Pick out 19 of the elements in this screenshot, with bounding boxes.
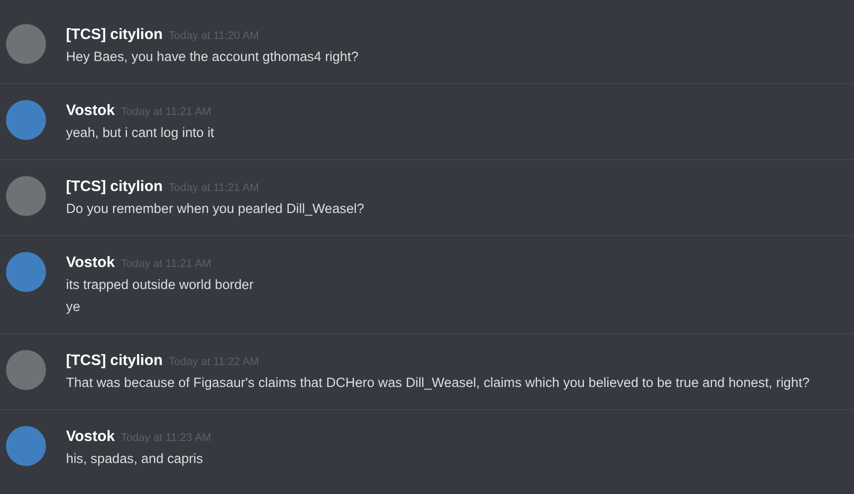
author-name[interactable]: Vostok	[66, 428, 115, 445]
author-name[interactable]: Vostok	[66, 102, 115, 119]
message-text: Do you remember when you pearled Dill_Weasel?	[66, 200, 364, 218]
avatar-image[interactable]	[6, 252, 46, 292]
message-text: his, spadas, and capris	[66, 450, 204, 468]
message-text: its trapped outside world border	[66, 276, 254, 294]
message-text: ye	[66, 298, 82, 316]
avatar-image[interactable]	[6, 350, 46, 390]
author-name[interactable]: [TCS] citylion	[66, 26, 163, 43]
message-text: That was because of Figasaur's claims that DCHero was Dill_Weasel, claims which you believed to be true and honest, right?	[66, 374, 810, 392]
avatar-image[interactable]	[6, 24, 46, 64]
avatar-image[interactable]	[6, 426, 46, 466]
avatar-image[interactable]	[6, 100, 46, 140]
author-name[interactable]: [TCS] citylion	[66, 178, 163, 195]
message-text: yeah, but i cant log into it	[66, 124, 214, 142]
message-text: Hey Baes, you have the account gthomas4 right?	[66, 48, 359, 66]
avatar-image[interactable]	[6, 176, 46, 216]
author-name[interactable]: Vostok	[66, 254, 115, 271]
author-name[interactable]: [TCS] citylion	[66, 352, 163, 369]
